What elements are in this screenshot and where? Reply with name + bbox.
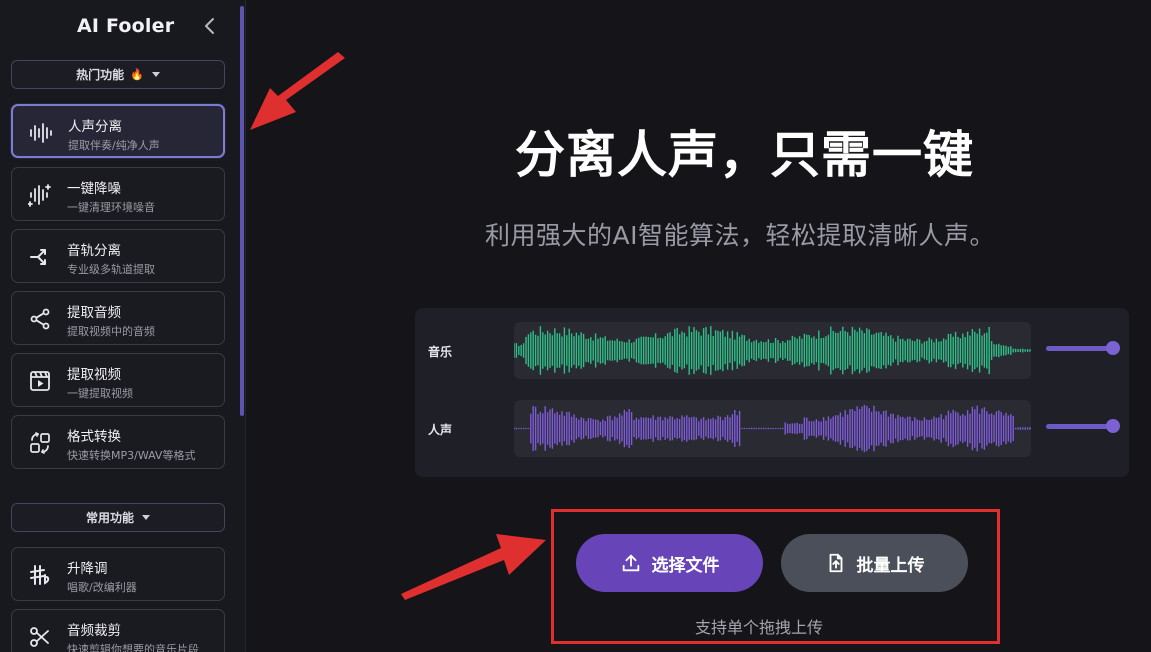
select-file-label: 选择文件 bbox=[651, 555, 720, 576]
sidebar-item-desc: 一键清理环境噪音 bbox=[67, 201, 155, 214]
sidebar-item-label: 一键降噪 bbox=[67, 181, 121, 197]
chevron-left-icon bbox=[205, 18, 214, 34]
sidebar-item-denoise[interactable]: 一键降噪 一键清理环境噪音 bbox=[11, 167, 225, 221]
convert-icon bbox=[30, 432, 50, 454]
sidebar: AI Fooler 热门功能 🔥 人声分离 提取伴奏/纯净人声 一键降噪 一键清… bbox=[0, 0, 246, 652]
sidebar-item-extract-video[interactable]: 提取视频 一键提取视频 bbox=[11, 353, 225, 407]
upload-icon bbox=[622, 554, 639, 572]
caret-down-icon bbox=[142, 515, 150, 520]
sidebar-item-label: 音轨分离 bbox=[67, 243, 121, 259]
page-subtitle: 利用强大的AI智能算法，轻松提取清晰人声。 bbox=[485, 221, 995, 250]
sidebar-item-extract-audio[interactable]: 提取音频 提取视频中的音频 bbox=[11, 291, 225, 345]
sidebar-item-label: 提取视频 bbox=[67, 367, 121, 383]
sidebar-item-desc: 提取伴奏/纯净人声 bbox=[68, 139, 160, 152]
sidebar-item-track-separation[interactable]: 音轨分离 专业级多轨道提取 bbox=[11, 229, 225, 283]
common-features-label: 常用功能 bbox=[85, 511, 134, 525]
hot-features-label: 热门功能 bbox=[76, 68, 125, 82]
vocal-volume-thumb[interactable] bbox=[1106, 419, 1120, 433]
main-content: 分离人声，只需一键 利用强大的AI智能算法，轻松提取清晰人声。 音乐 人声 选择… bbox=[247, 0, 1151, 652]
music-waveform-graphic bbox=[514, 326, 1031, 375]
sidebar-item-label: 提取音频 bbox=[67, 305, 121, 321]
sidebar-item-desc: 快速剪辑你想要的音乐片段 bbox=[67, 643, 199, 652]
sidebar-item-format-convert[interactable]: 格式转换 快速转换MP3/WAV等格式 bbox=[11, 415, 225, 469]
denoise-icon bbox=[28, 184, 51, 207]
scissors-icon bbox=[30, 627, 49, 647]
vocal-waveform-graphic bbox=[514, 404, 1031, 453]
sidebar-item-desc: 快速转换MP3/WAV等格式 bbox=[67, 449, 196, 462]
waveform-preview-panel: 音乐 人声 bbox=[415, 308, 1129, 477]
share-icon bbox=[30, 308, 50, 330]
hot-features-toggle[interactable]: 热门功能 🔥 bbox=[11, 60, 225, 89]
sidebar-item-desc: 专业级多轨道提取 bbox=[67, 263, 155, 276]
sidebar-item-desc: 唱歌/改编利器 bbox=[67, 581, 137, 594]
video-icon bbox=[30, 371, 50, 391]
vocal-volume-track bbox=[1046, 424, 1112, 429]
sidebar-item-desc: 提取视频中的音频 bbox=[67, 325, 155, 338]
music-waveform bbox=[514, 322, 1031, 379]
collapse-sidebar-button[interactable] bbox=[202, 16, 220, 38]
sidebar-item-label: 人声分离 bbox=[68, 119, 122, 135]
track-label-music: 音乐 bbox=[428, 345, 453, 359]
file-upload-icon bbox=[829, 553, 842, 573]
music-volume-thumb[interactable] bbox=[1106, 341, 1120, 355]
pitch-icon bbox=[30, 565, 50, 585]
batch-upload-button[interactable]: 批量上传 bbox=[781, 534, 968, 592]
music-volume-track bbox=[1046, 346, 1112, 351]
batch-upload-label: 批量上传 bbox=[856, 555, 925, 576]
select-file-button[interactable]: 选择文件 bbox=[576, 534, 763, 592]
caret-down-icon bbox=[151, 72, 160, 77]
sidebar-header: AI Fooler bbox=[0, 0, 240, 54]
split-icon bbox=[30, 249, 46, 265]
flame-icon: 🔥 bbox=[130, 68, 144, 81]
sidebar-item-vocal-separation[interactable]: 人声分离 提取伴奏/纯净人声 bbox=[11, 104, 225, 158]
app-title: AI Fooler bbox=[77, 15, 175, 37]
music-volume-slider[interactable] bbox=[1046, 341, 1120, 355]
sidebar-item-pitch[interactable]: 升降调 唱歌/改编利器 bbox=[11, 547, 225, 601]
sidebar-item-label: 升降调 bbox=[67, 561, 108, 577]
common-features-toggle[interactable]: 常用功能 bbox=[11, 503, 225, 532]
sidebar-item-audio-trim[interactable]: 音频裁剪 快速剪辑你想要的音乐片段 bbox=[11, 609, 225, 652]
app-window: AI Fooler 热门功能 🔥 人声分离 提取伴奏/纯净人声 一键降噪 一键清… bbox=[0, 0, 1151, 652]
vocal-waveform bbox=[514, 400, 1031, 457]
sidebar-scrollbar[interactable] bbox=[240, 6, 244, 416]
upload-hint: 支持单个拖拽上传 bbox=[695, 618, 824, 637]
waveform-icon bbox=[30, 123, 52, 143]
sidebar-item-label: 音频裁剪 bbox=[67, 623, 121, 639]
track-label-vocal: 人声 bbox=[428, 423, 453, 437]
sidebar-item-label: 格式转换 bbox=[67, 429, 121, 445]
sidebar-item-desc: 一键提取视频 bbox=[67, 387, 133, 400]
page-title: 分离人声，只需一键 bbox=[515, 126, 974, 184]
vocal-volume-slider[interactable] bbox=[1046, 419, 1120, 433]
